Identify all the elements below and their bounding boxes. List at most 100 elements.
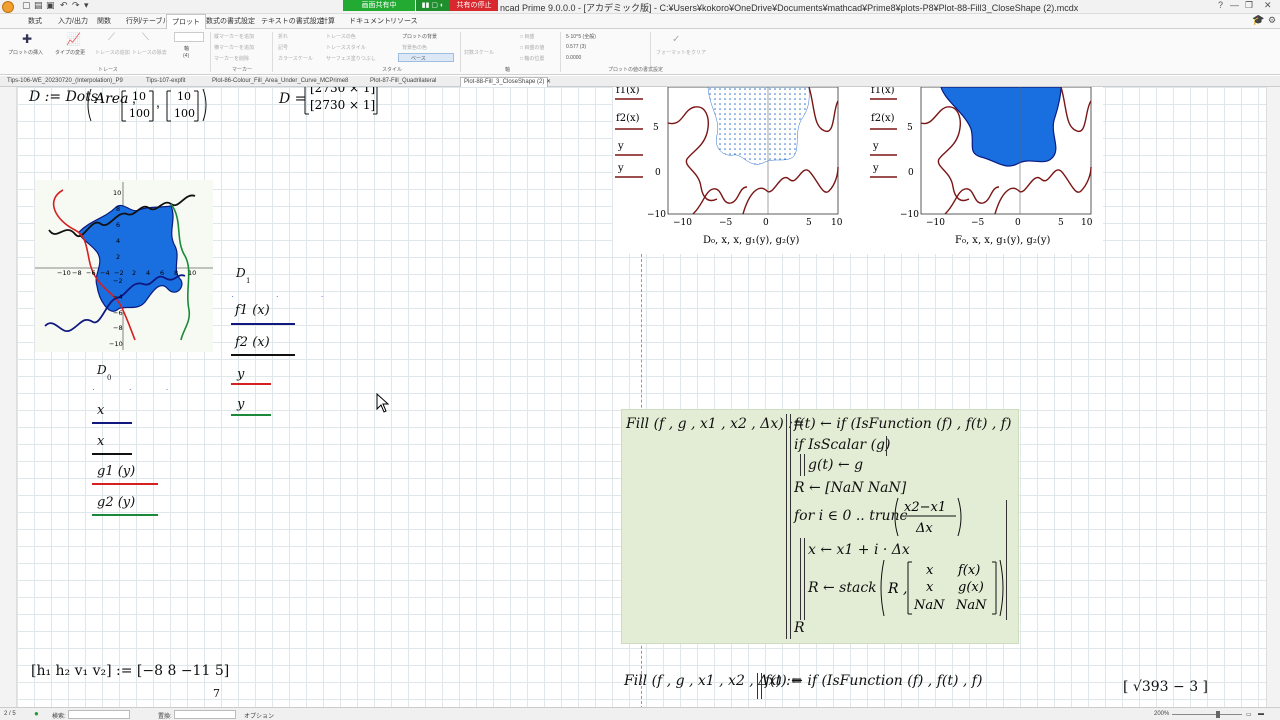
replace-input[interactable]: [174, 710, 236, 719]
legend-x-2[interactable]: x: [97, 434, 104, 449]
legend-f1[interactable]: f1 (x): [235, 303, 270, 318]
number-format-decimal[interactable]: 0.577 (3): [566, 44, 586, 50]
svg-text:Δx: Δx: [915, 521, 933, 536]
grid-toggle[interactable]: □ 目盛: [520, 33, 534, 40]
plot-fill-shape[interactable]: −10 −8 −6 −4 −2 2 4 6 8 10 10 8 6 4 2 −2…: [35, 180, 213, 352]
svg-text:−10: −10: [673, 218, 692, 228]
svg-text:−10: −10: [926, 218, 945, 228]
symbol-dropdown[interactable]: 記号: [278, 44, 288, 51]
doc-tab-tips106[interactable]: Tips-106-WE_20230720_(Interpolation)_P9: [4, 77, 126, 87]
trace-color-dropdown[interactable]: トレースの色: [326, 33, 356, 40]
vertical-scrollbar[interactable]: [1266, 87, 1280, 707]
fill-line-for: for i ∈ 0 .. trunc: [794, 508, 908, 524]
doc-tab-tips107[interactable]: Tips-107-expfit: [143, 77, 188, 87]
doc-tab-plot88[interactable]: Plot-88-Fill_3_CloseShape (2): [460, 77, 549, 87]
svg-text:y: y: [872, 141, 879, 152]
restore-icon[interactable]: ❐: [1245, 0, 1253, 11]
tab-resources[interactable]: リソース: [390, 16, 418, 26]
legend-f2[interactable]: f2 (x): [235, 335, 270, 350]
legend-x-D-sub: 0: [107, 374, 112, 382]
save-icon[interactable]: ▣: [46, 0, 55, 11]
fill-function-definition[interactable]: Fill (f , g , x1 , x2 , Δx) := f(t) ← if…: [621, 409, 1019, 644]
def-hv[interactable]: [h₁ h₂ v₁ v₂] := [−8 8 −11 5]: [31, 663, 229, 679]
svg-text:−8: −8: [113, 324, 123, 332]
change-plot-type-icon[interactable]: 📈: [66, 32, 81, 46]
tab-text-format[interactable]: テキストの書式設定: [261, 16, 324, 26]
doc-tab-plot87[interactable]: Plot-87-Fill_Quadrilateral: [367, 77, 439, 87]
svg-text:g(x): g(x): [958, 580, 984, 595]
tab-math-format[interactable]: 数式の書式設定: [206, 16, 255, 26]
svg-text:2: 2: [132, 269, 136, 277]
legend-y-D[interactable]: D: [236, 266, 246, 280]
number-format-general[interactable]: 5·10^5 (全般): [566, 33, 596, 40]
new-doc-icon[interactable]: ▢: [22, 0, 31, 11]
plot-filled-region[interactable]: 0 5 −10 −10 −5 0 5 10 F₀, x, x, g₁(y), g…: [869, 87, 1105, 254]
open-folder-icon[interactable]: ▤: [34, 0, 43, 11]
doc-tab-plot86[interactable]: Plot-86-Colour_Fill_Area_Under_Curve_MCP…: [209, 77, 351, 87]
qa-dropdown-icon[interactable]: ▾: [84, 0, 89, 11]
settings-icon[interactable]: ⚙: [1268, 15, 1276, 26]
close-icon[interactable]: ✕: [1264, 0, 1272, 11]
ticks-toggle[interactable]: □ 目盛の値: [520, 44, 544, 51]
zoom-slider-handle[interactable]: [1216, 711, 1220, 718]
svg-text:0: 0: [655, 168, 661, 178]
tab-document[interactable]: ドキュメント: [349, 16, 391, 26]
legend-x-1[interactable]: x: [97, 403, 104, 418]
tab-calculation[interactable]: 計算: [321, 16, 335, 26]
svg-text:−5: −5: [719, 218, 733, 228]
tab-matrix-table[interactable]: 行列/テーブル: [126, 16, 170, 26]
insert-plot-icon[interactable]: ✚: [22, 32, 32, 46]
graduation-cap-icon[interactable]: 🎓: [1252, 15, 1264, 26]
plot-background-dropdown[interactable]: プロットの背景: [402, 33, 437, 40]
undo-icon[interactable]: ↶: [60, 0, 68, 11]
clear-format-button[interactable]: フォーマットをクリア: [656, 49, 706, 56]
tab-input-output[interactable]: 入力/出力: [58, 16, 88, 26]
tab-functions[interactable]: 関数: [97, 16, 111, 26]
legend-y-2[interactable]: y: [237, 397, 244, 412]
legend-g1[interactable]: g1 (y): [97, 464, 135, 479]
tab-math[interactable]: 数式: [28, 16, 42, 26]
add-trace-button[interactable]: トレースの追加: [95, 49, 130, 56]
plot-dots-region[interactable]: 0 5 −10 −10 −5 0 5 10 D₀, x, x, g₁(y), g…: [613, 87, 853, 254]
close-tab-icon[interactable]: ✕: [543, 77, 554, 87]
add-trace-icon: ⟋: [108, 32, 115, 43]
change-type-button[interactable]: タイプの変更: [55, 49, 85, 56]
dotted-region: [707, 87, 810, 165]
remove-marker[interactable]: マーカーを削除: [214, 55, 249, 62]
draft-view-icon[interactable]: ▬: [1258, 711, 1264, 717]
add-vertical-marker[interactable]: 縦マーカーを追加: [214, 33, 254, 40]
replace-label: 置換:: [158, 714, 172, 720]
trace-style-dropdown[interactable]: トレーススタイル: [326, 44, 366, 51]
sqrt-expression[interactable]: [ √393 − 3 ]: [1123, 679, 1208, 695]
legend-x-D[interactable]: D: [97, 363, 107, 377]
svg-text:[2730 × 1]: [2730 × 1]: [310, 87, 375, 95]
surface-fill-dropdown[interactable]: サーフェス塗りつぶし: [326, 55, 376, 62]
base-selector[interactable]: ベース: [398, 53, 454, 62]
help-icon[interactable]: ?: [1218, 0, 1223, 10]
axis-count-box[interactable]: [174, 32, 204, 42]
search-input[interactable]: [68, 710, 130, 719]
tab-plots[interactable]: プロット: [166, 14, 206, 29]
options-button[interactable]: オプション: [244, 711, 274, 720]
zoom-level[interactable]: 200%: [1154, 711, 1169, 717]
result-D[interactable]: [2730 × 1] [2730 × 1]: [302, 87, 382, 117]
axes-toggle[interactable]: □ 軸の位置: [520, 55, 544, 62]
stop-sharing-button[interactable]: 共有の停止: [450, 0, 498, 11]
minimize-icon[interactable]: —: [1230, 0, 1239, 10]
share-controls[interactable]: ▮▮ ▢ ◐: [416, 0, 450, 11]
line-style-dropdown[interactable]: 折れ: [278, 33, 288, 40]
plot-background-color[interactable]: 背景色の色: [402, 44, 427, 51]
log-scale-button[interactable]: 対数スケール: [464, 49, 494, 56]
page-view-icon[interactable]: ▭: [1246, 711, 1252, 718]
legend-y-1[interactable]: y: [237, 367, 244, 382]
number-format-zero[interactable]: 0.0000: [566, 55, 581, 61]
mathcad-app-icon[interactable]: [2, 1, 14, 13]
insert-plot-button[interactable]: プロットの挿入: [8, 49, 43, 56]
legend-g2[interactable]: g2 (y): [97, 495, 135, 510]
add-horizontal-marker[interactable]: 横マーカーを追加: [214, 44, 254, 51]
svg-text:x: x: [926, 580, 934, 595]
redo-icon[interactable]: ↷: [72, 0, 80, 11]
remove-trace-button[interactable]: トレースの除去: [132, 49, 167, 56]
zoom-slider[interactable]: [1172, 714, 1242, 715]
color-scale-dropdown[interactable]: カラースケール: [278, 55, 313, 62]
